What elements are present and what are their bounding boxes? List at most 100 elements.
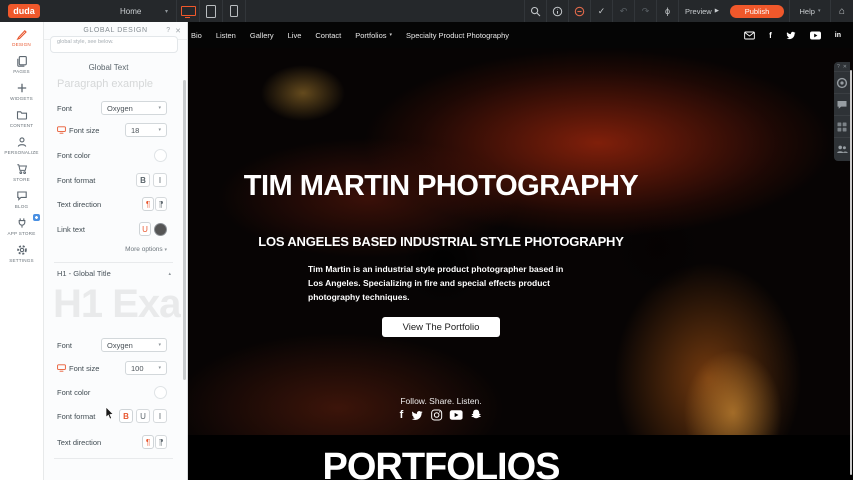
- toolbar-camera-button[interactable]: [834, 71, 850, 93]
- global-design-panel: GLOBAL DESIGN ? ✕ global style, see belo…: [44, 22, 188, 480]
- sidebar-item-app-store[interactable]: APP STORE: [0, 213, 43, 240]
- h1-underline-button[interactable]: U: [136, 409, 150, 423]
- toolbar-help-button[interactable]: ?: [837, 64, 840, 70]
- rtl-direction-button[interactable]: ¶: [155, 197, 167, 211]
- panel-scrollbar[interactable]: [183, 80, 186, 380]
- facebook-icon: f: [400, 409, 404, 421]
- undo-button[interactable]: ↶: [612, 0, 634, 22]
- h1-bold-button[interactable]: B: [119, 409, 133, 423]
- link-color-swatch[interactable]: [154, 223, 167, 236]
- hero-subtitle: LOS ANGELES BASED INDUSTRIAL STYLE PHOTO…: [258, 234, 623, 249]
- facebook-link[interactable]: f: [769, 31, 772, 40]
- snapchat-link[interactable]: [469, 409, 482, 421]
- nav-link-specialty[interactable]: Specialty Product Photography: [406, 31, 509, 40]
- desktop-view-button[interactable]: [176, 0, 199, 22]
- toolbar-close-button[interactable]: ✕: [843, 64, 847, 70]
- link-underline-button[interactable]: U: [139, 222, 151, 236]
- font-row: Font Oxygen ▾: [57, 101, 167, 115]
- facebook-link[interactable]: f: [400, 409, 404, 421]
- h1-font-select[interactable]: Oxygen ▾: [101, 338, 167, 352]
- youtube-link[interactable]: [810, 31, 821, 40]
- info-button[interactable]: [546, 0, 568, 22]
- twitter-link[interactable]: [410, 410, 423, 421]
- twitter-icon: [410, 410, 423, 421]
- toolbar-sections-button[interactable]: [834, 115, 850, 137]
- linkedin-link[interactable]: in: [835, 32, 841, 39]
- preview-scrollbar[interactable]: [850, 70, 852, 475]
- h1-ltr-direction-button[interactable]: ¶: [142, 435, 154, 449]
- page-dropdown-value: Home: [120, 7, 141, 16]
- cart-icon: [16, 163, 28, 175]
- sidebar-item-label: APP STORE: [8, 231, 36, 236]
- hero-title: TIM MARTIN PHOTOGRAPHY: [244, 170, 638, 203]
- twitter-icon: [786, 31, 796, 40]
- youtube-link[interactable]: [449, 410, 462, 420]
- dev-mode-button[interactable]: ϕ: [656, 0, 678, 22]
- redo-button[interactable]: ↷: [634, 0, 656, 22]
- snapchat-icon: [469, 409, 482, 421]
- page-dropdown[interactable]: Home ▾: [120, 0, 168, 22]
- h1-italic-button[interactable]: I: [153, 409, 167, 423]
- brush-icon: [16, 28, 28, 40]
- font-color-swatch[interactable]: [154, 149, 167, 162]
- device-specific-icon: [57, 126, 66, 134]
- camera-icon: [836, 77, 848, 89]
- sidebar-item-store[interactable]: STORE: [0, 159, 43, 186]
- redo-icon: ↷: [642, 6, 650, 17]
- italic-button[interactable]: I: [153, 173, 167, 187]
- instagram-link[interactable]: [430, 409, 442, 421]
- linkedin-icon: in: [835, 32, 841, 39]
- nav-link-listen[interactable]: Listen: [216, 31, 236, 40]
- sidebar-item-pages[interactable]: PAGES: [0, 51, 43, 78]
- sidebar-item-blog[interactable]: BLOG: [0, 186, 43, 213]
- preview-button[interactable]: Preview ▶: [678, 0, 725, 22]
- nav-link-live[interactable]: Live: [288, 31, 302, 40]
- sidebar-item-design[interactable]: DESIGN: [0, 24, 43, 51]
- font-select[interactable]: Oxygen ▾: [101, 101, 167, 115]
- h1-font-size-select[interactable]: 100 ▾: [125, 361, 167, 375]
- status-button[interactable]: [568, 0, 590, 22]
- search-button[interactable]: [524, 0, 546, 22]
- panel-close-button[interactable]: ✕: [175, 27, 181, 35]
- saved-indicator[interactable]: ✓: [590, 0, 612, 22]
- sidebar-item-label: CONTENT: [10, 123, 34, 128]
- publish-button[interactable]: Publish: [730, 5, 784, 18]
- h1-font-color-swatch[interactable]: [154, 386, 167, 399]
- undo-icon: ↶: [620, 6, 628, 17]
- nav-link-gallery[interactable]: Gallery: [250, 31, 274, 40]
- help-menu[interactable]: Help ▾: [789, 0, 830, 22]
- notification-badge: [33, 214, 40, 221]
- help-label: Help: [800, 7, 815, 16]
- chevron-down-icon: ▾: [818, 8, 821, 14]
- device-switcher: [176, 0, 246, 22]
- dashboard-home-button[interactable]: ⌂: [830, 0, 853, 22]
- sidebar-item-personalize[interactable]: PERSONALIZE: [0, 132, 43, 159]
- h1-section-header[interactable]: H1 - Global Title ▴: [57, 269, 171, 278]
- email-link[interactable]: [744, 31, 755, 40]
- twitter-link[interactable]: [786, 31, 796, 40]
- toolbar-team-button[interactable]: [834, 137, 850, 159]
- sidebar-item-content[interactable]: CONTENT: [0, 105, 43, 132]
- view-portfolio-button[interactable]: View The Portfolio: [382, 317, 500, 337]
- global-text-heading: Global Text: [44, 63, 173, 72]
- topbar-actions: ✓ ↶ ↷ ϕ Preview ▶ Publish Help ▾ ⌂: [524, 0, 853, 22]
- toolbar-comments-button[interactable]: [834, 93, 850, 115]
- bold-button[interactable]: B: [136, 173, 150, 187]
- h1-rtl-direction-button[interactable]: ¶: [155, 435, 167, 449]
- font-size-select[interactable]: 18 ▾: [125, 123, 167, 137]
- tablet-view-button[interactable]: [199, 0, 222, 22]
- sidebar-item-settings[interactable]: SETTINGS: [0, 240, 43, 267]
- editor-sidebar: DESIGN PAGES WIDGETS CONTENT PERSONALIZE…: [0, 22, 44, 480]
- folder-icon: [16, 109, 28, 121]
- sidebar-item-label: PERSONALIZE: [4, 150, 38, 155]
- nav-link-bio[interactable]: Bio: [191, 31, 202, 40]
- font-label: Font: [57, 341, 72, 350]
- nav-link-contact[interactable]: Contact: [315, 31, 341, 40]
- sidebar-item-widgets[interactable]: WIDGETS: [0, 78, 43, 105]
- more-options-link[interactable]: More options ▾: [125, 246, 167, 253]
- panel-help-button[interactable]: ?: [166, 27, 170, 34]
- ltr-direction-button[interactable]: ¶: [142, 197, 154, 211]
- pilcrow-ltr-icon: ¶: [146, 200, 150, 209]
- mobile-view-button[interactable]: [222, 0, 246, 22]
- nav-link-portfolios[interactable]: Portfolios ▾: [355, 31, 392, 40]
